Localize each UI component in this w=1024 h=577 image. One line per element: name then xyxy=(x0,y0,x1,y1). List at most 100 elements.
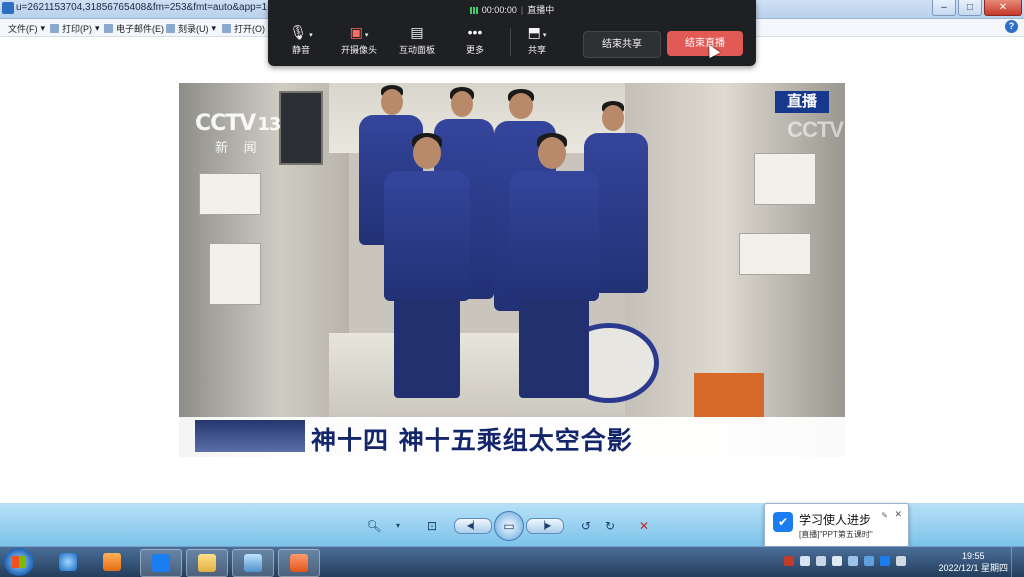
network-icon[interactable] xyxy=(896,556,906,566)
minimize-button[interactable]: – xyxy=(932,0,956,16)
taskbar-ie[interactable] xyxy=(48,549,88,575)
prev-icon[interactable]: ◀▏ xyxy=(454,518,492,534)
chevron-down-icon: ▾ xyxy=(40,23,46,33)
menu-email-label: 电子邮件(E) xyxy=(116,24,164,34)
disc-icon xyxy=(166,24,175,33)
window-controls: – □ ✕ xyxy=(932,0,1022,16)
zoom-icon[interactable]: 🔍︎ xyxy=(362,515,386,537)
security-icon[interactable] xyxy=(864,556,874,566)
live-timer: 00:00:00 xyxy=(481,5,517,15)
bluetooth-icon[interactable] xyxy=(800,556,810,566)
live-app-tray-icon[interactable] xyxy=(880,556,890,566)
taskbar-media-player[interactable] xyxy=(92,549,132,575)
folder-icon xyxy=(198,554,216,572)
menu-file-label: 文件(F) xyxy=(8,24,38,34)
chevron-down-icon[interactable]: ▾ xyxy=(386,515,410,537)
menu-open[interactable]: 打开(O) xyxy=(222,22,265,35)
menu-file[interactable]: 文件(F) ▾ xyxy=(8,22,45,35)
app-logo-icon: ✔ xyxy=(773,512,793,532)
folder-icon xyxy=(222,24,231,33)
volume-icon[interactable] xyxy=(832,556,842,566)
notification-body: [直播]"PPT第五课时" xyxy=(799,530,873,539)
clock[interactable]: 19:55 2022/12/1 星期四 xyxy=(938,550,1008,574)
camera-button[interactable]: ▣ ▾ 开摄像头 xyxy=(334,24,384,56)
email-icon xyxy=(104,24,113,33)
mute-label: 静音 xyxy=(291,45,310,55)
interaction-panel-label: 互动面板 xyxy=(398,45,435,55)
channel-number: 13 xyxy=(257,114,281,135)
menu-burn[interactable]: 刻录(U) ▾ xyxy=(166,22,216,35)
window-title-url: u=2621153704,31856765408&fm=253&fmt=auto… xyxy=(16,2,276,13)
maximize-button[interactable]: □ xyxy=(958,0,982,16)
menu-open-label: 打开(O) xyxy=(234,24,265,34)
show-desktop-button[interactable] xyxy=(1011,547,1024,577)
fit-icon[interactable]: ⊡ xyxy=(420,515,444,537)
rotate-right-icon[interactable]: ↻ xyxy=(598,515,622,537)
orange-cargo-bag xyxy=(694,373,764,423)
taskbar: 19:55 2022/12/1 星期四 xyxy=(0,546,1024,577)
app-icon xyxy=(2,2,14,14)
notification-title: 学习使人进步 xyxy=(799,513,872,527)
camera-off-icon: ▣ ▾ xyxy=(349,24,369,40)
taskbar-live-app[interactable] xyxy=(140,549,182,577)
taskbar-photo-viewer[interactable] xyxy=(232,549,274,577)
usb-icon[interactable] xyxy=(816,556,826,566)
toolbar-divider xyxy=(510,28,511,56)
microphone-icon: 🎙 ▾ xyxy=(289,24,313,40)
more-icon: ••• xyxy=(467,24,483,40)
next-icon[interactable]: ▕▶ xyxy=(526,518,564,534)
video-frame: CCTV 13 新 闻 直播 CCTV 神十四 神十五乘组太空合影 xyxy=(179,83,845,457)
live-status-text: 直播中 xyxy=(527,5,555,15)
chat-panel-icon: ▤ xyxy=(410,24,424,40)
camera-label: 开摄像头 xyxy=(340,45,377,55)
menu-burn-label: 刻录(U) xyxy=(178,24,209,34)
pin-icon[interactable]: ✎ xyxy=(881,511,888,520)
end-live-button[interactable]: 结束直播 xyxy=(667,31,743,56)
signal-icon xyxy=(469,7,478,15)
tray-app-icon[interactable] xyxy=(784,556,794,566)
notification-popup[interactable]: ✔ 学习使人进步 [直播]"PPT第五课时" ✎ ✕ xyxy=(764,503,909,548)
share-button[interactable]: ⬒ ▾ 共享 xyxy=(512,24,562,56)
mute-button[interactable]: 🎙 ▾ 静音 xyxy=(276,24,326,56)
clock-time: 19:55 xyxy=(961,551,985,561)
printer-icon xyxy=(50,24,59,33)
cctv-logo-text: CCTV xyxy=(195,111,256,136)
menu-print[interactable]: 打印(P) ▾ xyxy=(50,22,100,35)
live-status: 00:00:00 | 直播中 xyxy=(268,3,756,16)
meeting-toolbar: 00:00:00 | 直播中 🎙 ▾ 静音 ▣ ▾ 开摄像头 ▤ 互动面板 ••• 更多… xyxy=(268,0,756,66)
internet-explorer-icon xyxy=(59,553,77,571)
chevron-down-icon: ▾ xyxy=(95,23,100,33)
channel-name: 新 闻 xyxy=(215,140,263,155)
share-screen-icon: ⬒ ▾ xyxy=(527,24,547,40)
play-icon[interactable]: ▭ xyxy=(494,511,524,541)
stop-share-button[interactable]: 结束共享 xyxy=(583,31,661,58)
menu-email[interactable]: 电子邮件(E) xyxy=(104,22,164,35)
system-tray: 19:55 2022/12/1 星期四 xyxy=(774,547,1024,577)
start-button[interactable] xyxy=(4,548,34,576)
taskbar-presentation[interactable] xyxy=(278,549,320,577)
taskbar-explorer[interactable] xyxy=(186,549,228,577)
clock-date: 2022/12/1 星期四 xyxy=(938,563,1008,573)
cctv-watermark: CCTV xyxy=(787,117,844,142)
live-badge: 直播 xyxy=(775,91,829,113)
cctv-logo: CCTV 13 xyxy=(195,111,281,136)
presentation-icon xyxy=(290,554,308,572)
station-monitor xyxy=(279,91,323,165)
close-icon[interactable]: ✕ xyxy=(894,509,902,520)
menu-print-label: 打印(P) xyxy=(62,24,92,34)
close-window-button[interactable]: ✕ xyxy=(984,0,1022,16)
rotate-left-icon[interactable]: ↺ xyxy=(574,515,598,537)
more-button[interactable]: ••• 更多 xyxy=(450,24,500,56)
help-icon[interactable]: ? xyxy=(1005,20,1018,33)
chevron-down-icon: ▾ xyxy=(211,23,217,33)
photo-viewer-icon xyxy=(244,554,262,572)
viewer-controls: 🔍︎ ▾ ⊡ ◀▏ ▭ ▕▶ ↺ ↻ ✕ xyxy=(362,511,660,541)
equipment-panel xyxy=(739,233,811,275)
shield-icon[interactable] xyxy=(848,556,858,566)
interaction-panel-button[interactable]: ▤ 互动面板 xyxy=(392,24,442,56)
equipment-panel xyxy=(199,173,261,215)
close-icon[interactable]: ✕ xyxy=(632,515,656,537)
equipment-panel xyxy=(209,243,261,305)
equipment-panel xyxy=(754,153,816,205)
windows-logo-icon xyxy=(12,556,26,568)
